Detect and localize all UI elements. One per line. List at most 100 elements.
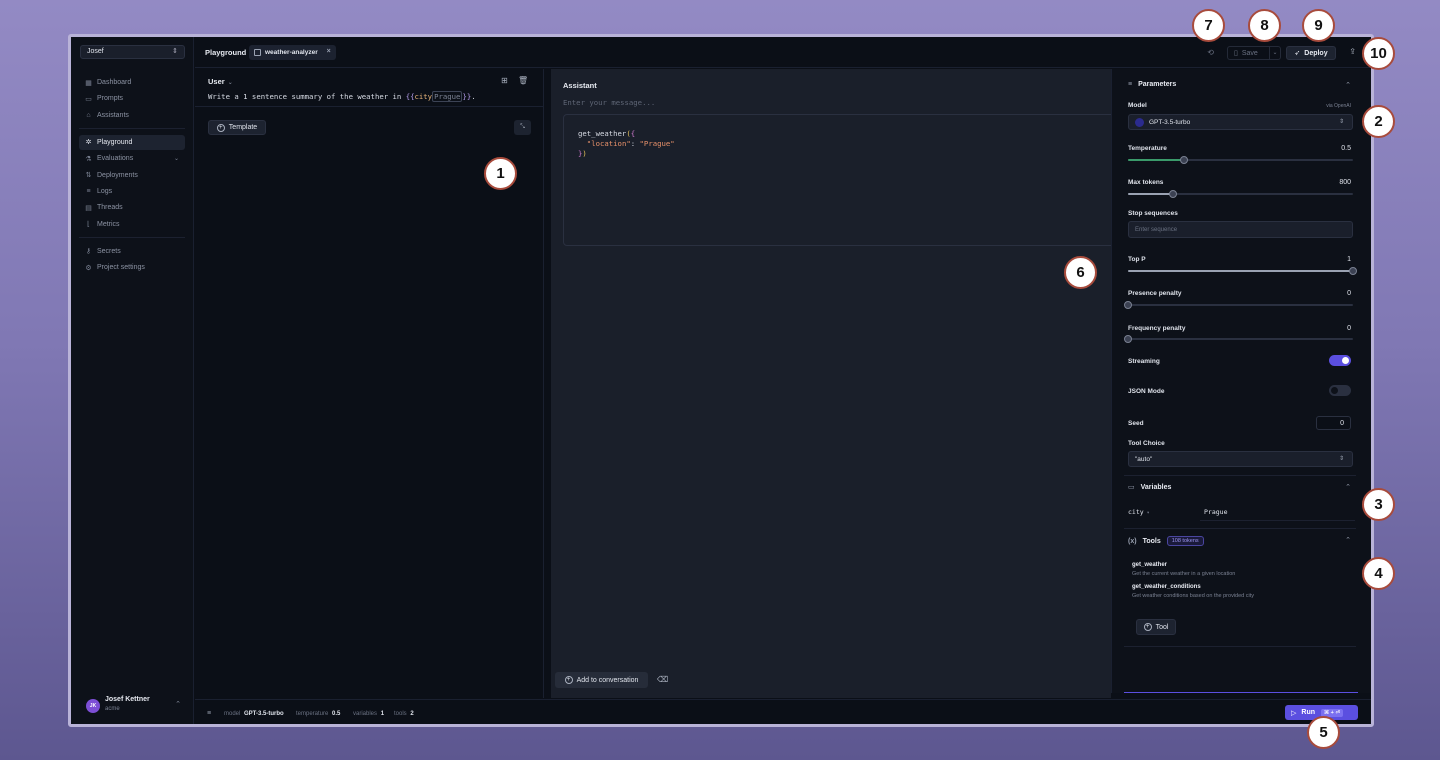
sidebar-item-deployments[interactable]: ⇅ Deployments — [79, 168, 185, 183]
slider-handle[interactable] — [1124, 301, 1132, 309]
sidebar-nav-main: ▦ Dashboard ▭ Prompts ⌂ Assistants ✲ Playgro… — [79, 75, 185, 277]
sidebar-item-evaluations[interactable]: ⚗ Evaluations ⌄ — [79, 151, 185, 166]
callout-1: 1 — [484, 157, 517, 190]
key-icon: ⚷ — [85, 248, 92, 256]
database-icon: ≡ — [86, 187, 91, 195]
chevron-down-icon: ⌄ — [173, 156, 179, 163]
top-p-value: 1 — [1347, 256, 1351, 263]
stop-sequence-input[interactable]: Enter sequence — [1128, 221, 1353, 238]
chevron-up-icon[interactable]: ⌃ — [1345, 483, 1351, 491]
sliders-icon[interactable]: ≡ — [207, 710, 211, 717]
sidebar-item-playground[interactable]: ✲ Playground — [79, 134, 185, 150]
sidebar-item-prompts[interactable]: ▭ Prompts — [79, 91, 185, 106]
chevron-down-icon: ⌄ — [227, 80, 233, 86]
callout-4: 4 — [1362, 557, 1395, 590]
dashboard-icon: ▦ — [85, 79, 92, 87]
expand-icon[interactable]: ⤡ — [514, 120, 531, 135]
presence-penalty-value: 0 — [1347, 290, 1351, 297]
seed-input[interactable]: 0 — [1316, 416, 1351, 430]
workspace-select[interactable]: Josef ⇕ — [80, 45, 185, 59]
rocket-icon: ➶ — [1294, 50, 1301, 57]
role-select[interactable]: User ⌄ — [208, 77, 233, 86]
slider-handle[interactable] — [1124, 335, 1132, 343]
breadcrumb[interactable]: Playground — [205, 48, 246, 57]
template-button[interactable]: + Template — [208, 120, 266, 135]
chevron-updown-icon: ⇕ — [1338, 119, 1344, 125]
tool-item-name[interactable]: get_weather_conditions — [1132, 584, 1201, 590]
add-to-conversation-button[interactable]: + Add to conversation — [555, 672, 648, 688]
chevron-up-icon[interactable]: ⌃ — [1345, 536, 1351, 544]
prompts-icon: ▭ — [85, 95, 92, 103]
variables-icon: ▭ — [1128, 484, 1135, 491]
plus-circle-icon: + — [1143, 623, 1152, 631]
sidebar-item-project-settings[interactable]: ⚙ Project settings — [79, 260, 185, 275]
sidebar-item-secrets[interactable]: ⚷ Secrets — [79, 244, 185, 259]
trash-icon[interactable]: 🗑 — [518, 76, 528, 85]
sidebar-item-assistants[interactable]: ⌂ Assistants — [79, 108, 185, 123]
token-count-badge: 108 tokens — [1166, 536, 1204, 546]
add-tool-button[interactable]: + Tool — [1136, 619, 1176, 635]
sidebar-item-dashboard[interactable]: ▦ Dashboard — [79, 75, 185, 90]
clear-icon[interactable]: ⌫ — [657, 675, 668, 684]
temperature-slider[interactable] — [1128, 156, 1353, 164]
chevron-down-icon[interactable]: ⌄ — [1269, 47, 1280, 59]
history-icon[interactable]: ⟲ — [1207, 48, 1214, 57]
variable-chip: Prague — [432, 91, 463, 102]
play-icon: ▷ — [1291, 709, 1297, 717]
plus-circle-icon: + — [216, 123, 225, 132]
deploy-button[interactable]: ➶ Deploy — [1286, 46, 1336, 60]
presence-penalty-slider[interactable] — [1124, 301, 1353, 309]
assistants-icon: ⌂ — [86, 111, 91, 119]
sidebar-item-metrics[interactable]: ⌊ Metrics — [79, 217, 185, 232]
deployments-icon: ⇅ — [85, 172, 92, 180]
close-icon[interactable]: × — [327, 48, 331, 55]
tool-item-name[interactable]: get_weather — [1132, 562, 1167, 568]
share-icon[interactable]: ⇪ — [1349, 47, 1356, 56]
variable-value[interactable]: Prague — [1204, 508, 1227, 516]
user-name: Josef Kettner — [105, 696, 150, 703]
sidebar-item-logs[interactable]: ≡ Logs — [79, 184, 185, 199]
save-button[interactable]: ▯ Save ⌄ — [1227, 46, 1281, 60]
sliders-icon: ≡ — [1128, 81, 1133, 88]
meta-temperature: temperature 0.5 — [296, 711, 341, 717]
file-tab[interactable]: weather-analyzer × — [249, 45, 336, 60]
plus-circle-icon: + — [564, 676, 573, 684]
chevron-updown-icon: ⇕ — [172, 48, 178, 55]
frequency-penalty-value: 0 — [1347, 325, 1351, 332]
frequency-penalty-slider[interactable] — [1124, 335, 1353, 343]
chevron-up-icon[interactable]: ⌃ — [1345, 81, 1351, 89]
nav-divider — [79, 127, 185, 129]
variables-header[interactable]: ▭ Variables — [1128, 483, 1171, 492]
slider-handle[interactable] — [1349, 267, 1357, 275]
avatar: JK — [86, 699, 100, 713]
tools-header[interactable]: (x) Tools 108 tokens — [1128, 536, 1204, 546]
sidebar-item-threads[interactable]: ▤ Threads — [79, 200, 185, 215]
model-select[interactable]: GPT-3.5-turbo ⇕ — [1128, 114, 1353, 130]
image-add-icon[interactable]: ⊞ — [501, 76, 508, 85]
tool-choice-select[interactable]: "auto" ⇕ — [1128, 451, 1353, 467]
assistant-tool-call[interactable]: get_weather({ "location": "Prague" }) — [563, 114, 1123, 246]
prompt-text[interactable]: Write a 1 sentence summary of the weathe… — [208, 91, 476, 102]
variable-key[interactable]: city ▾ — [1128, 508, 1150, 516]
user-org: acme — [105, 706, 120, 712]
gear-icon: ⚙ — [85, 264, 92, 272]
assistant-title: Assistant — [563, 81, 597, 90]
streaming-toggle[interactable] — [1329, 355, 1351, 366]
callout-7: 7 — [1192, 9, 1225, 42]
meta-model: model GPT-3.5-turbo — [224, 711, 284, 717]
tool-item-desc: Get the current weather in a given locat… — [1132, 571, 1236, 577]
file-tab-label: weather-analyzer — [265, 49, 318, 56]
app-window: Josef ⇕ ▦ Dashboard ▭ Prompts ⌂ Assistants … — [68, 34, 1374, 727]
parameters-header[interactable]: ≡ Parameters — [1128, 81, 1176, 88]
assistant-message-input[interactable]: Enter your message... — [563, 98, 655, 107]
max-tokens-slider[interactable] — [1128, 190, 1353, 198]
json-mode-toggle[interactable] — [1329, 385, 1351, 396]
top-p-slider[interactable] — [1128, 267, 1357, 275]
callout-5: 5 — [1307, 716, 1340, 749]
save-icon: ▯ — [1234, 50, 1238, 57]
sidebar: Josef ⇕ ▦ Dashboard ▭ Prompts ⌂ Assistants … — [71, 37, 194, 724]
slider-handle[interactable] — [1180, 156, 1189, 164]
user-menu[interactable]: JK Josef Kettner acme ⌃ — [80, 694, 185, 716]
workspace-name: Josef — [87, 48, 104, 55]
slider-handle[interactable] — [1169, 190, 1177, 198]
